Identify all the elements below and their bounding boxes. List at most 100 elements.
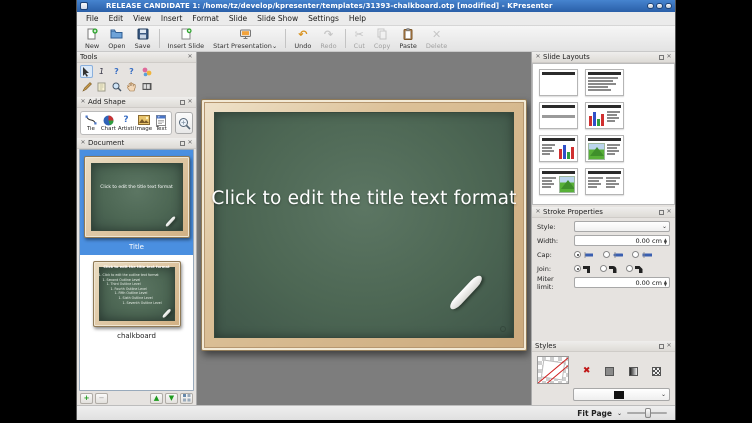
- remove-slide-button[interactable]: −: [95, 393, 108, 404]
- add-shape-panel-header[interactable]: ✕ Add Shape ✕: [77, 97, 196, 108]
- title-bar[interactable]: RELEASE CANDIDATE 1: /home/tz/develop/kp…: [77, 0, 675, 12]
- cap-flat-radio[interactable]: [574, 251, 594, 258]
- menu-help[interactable]: Help: [344, 13, 371, 24]
- menu-view[interactable]: View: [128, 13, 156, 24]
- layout-title-content[interactable]: [585, 69, 624, 96]
- title-text-placeholder[interactable]: Click to edit the title text format: [202, 188, 526, 209]
- slide-canvas[interactable]: Click to edit the title text format: [197, 52, 531, 405]
- copy-button[interactable]: Copy: [370, 27, 395, 50]
- miter-limit-spinbox[interactable]: 0.00 cm ▲▼: [574, 277, 670, 288]
- float-panel-icon[interactable]: [180, 100, 185, 105]
- add-slide-button[interactable]: +: [80, 393, 93, 404]
- pen-tool[interactable]: [80, 80, 93, 93]
- thumbnail-view-button[interactable]: [180, 393, 193, 404]
- pin-icon[interactable]: ✕: [187, 54, 193, 60]
- chalkboard-slide[interactable]: Click to edit the title text format: [201, 99, 527, 351]
- note-tool[interactable]: [95, 80, 108, 93]
- shape-collection-button[interactable]: [175, 112, 193, 134]
- tools-panel-header[interactable]: Tools ✕: [77, 52, 196, 63]
- menu-slide[interactable]: Slide: [224, 13, 252, 24]
- float-panel-icon[interactable]: [659, 55, 664, 60]
- layout-chart-text[interactable]: [585, 102, 624, 129]
- shape-tie[interactable]: Tie: [82, 113, 100, 133]
- close-panel-icon[interactable]: ✕: [187, 140, 193, 146]
- unknown-tool-2[interactable]: ?: [125, 65, 138, 78]
- save-floppy-icon: [137, 28, 149, 41]
- style-preview-swatch[interactable]: [537, 356, 569, 384]
- animation-tool[interactable]: [140, 80, 153, 93]
- insert-slide-button[interactable]: Insert Slide: [164, 27, 209, 50]
- menu-settings[interactable]: Settings: [303, 13, 344, 24]
- miter-limit-label: Miter limit:: [537, 275, 571, 291]
- select-tool[interactable]: [80, 65, 93, 78]
- close-panel-icon[interactable]: ✕: [666, 54, 672, 60]
- styles-panel-header[interactable]: Styles ✕: [532, 341, 675, 352]
- join-bevel-radio[interactable]: [626, 265, 643, 273]
- unknown-tool-1[interactable]: ?: [110, 65, 123, 78]
- zoom-slider[interactable]: [627, 412, 667, 414]
- open-button[interactable]: Open: [104, 27, 129, 50]
- stroke-properties-panel-header[interactable]: ✕ Stroke Properties ✕: [532, 207, 675, 218]
- undo-button[interactable]: ↶ Undo: [290, 27, 315, 50]
- menu-slide-show[interactable]: Slide Show: [252, 13, 303, 24]
- pan-tool[interactable]: [125, 80, 138, 93]
- stroke-width-spinbox[interactable]: 0.00 cm ▲▼: [574, 235, 670, 246]
- shape-text[interactable]: T Text: [152, 113, 170, 133]
- layout-text-image[interactable]: [539, 168, 578, 195]
- move-slide-up-button[interactable]: ▲: [150, 393, 163, 404]
- no-fill-button[interactable]: ✖: [580, 365, 593, 378]
- close-panel-icon[interactable]: ✕: [187, 99, 193, 105]
- redo-button[interactable]: ↷ Redo: [316, 27, 340, 50]
- collapse-icon[interactable]: ✕: [535, 54, 541, 60]
- layout-title-only[interactable]: [539, 69, 578, 96]
- text-tool[interactable]: 1: [95, 65, 108, 78]
- close-button[interactable]: [665, 3, 672, 9]
- menu-edit[interactable]: Edit: [104, 13, 129, 24]
- cap-round-radio[interactable]: [603, 251, 623, 258]
- minimize-button[interactable]: [647, 3, 654, 9]
- zoom-mode-label[interactable]: Fit Page: [577, 409, 612, 418]
- shape-image[interactable]: Image: [135, 113, 153, 133]
- maximize-button[interactable]: [656, 3, 663, 9]
- pattern-fill-button[interactable]: [650, 365, 663, 378]
- delete-button[interactable]: ✕ Delete: [422, 27, 451, 50]
- zoom-slider-thumb[interactable]: [645, 408, 651, 418]
- move-slide-down-button[interactable]: ▼: [165, 393, 178, 404]
- zoom-dropdown-icon[interactable]: ⌄: [617, 410, 622, 417]
- float-panel-icon[interactable]: [659, 210, 664, 215]
- layout-two-text[interactable]: [585, 168, 624, 195]
- gradient-fill-button[interactable]: [627, 365, 640, 378]
- float-panel-icon[interactable]: [659, 344, 664, 349]
- shape-artistic-text[interactable]: ? Artisti: [117, 113, 135, 133]
- layout-title-subtitle[interactable]: [539, 102, 578, 129]
- close-panel-icon[interactable]: ✕: [666, 209, 672, 215]
- float-panel-icon[interactable]: [180, 141, 185, 146]
- collapse-icon[interactable]: ✕: [535, 209, 541, 215]
- menu-format[interactable]: Format: [187, 13, 223, 24]
- document-panel-header[interactable]: ✕ Document ✕: [77, 138, 196, 149]
- menu-file[interactable]: File: [81, 13, 104, 24]
- style-color-select[interactable]: ⌄: [573, 388, 670, 401]
- collapse-icon[interactable]: ✕: [80, 99, 86, 105]
- cap-square-radio[interactable]: [632, 251, 652, 258]
- connection-tool[interactable]: [140, 65, 153, 78]
- join-round-radio[interactable]: [600, 265, 617, 273]
- stroke-style-select[interactable]: ⌄: [574, 221, 670, 232]
- close-panel-icon[interactable]: ✕: [666, 343, 672, 349]
- save-button[interactable]: Save: [131, 27, 155, 50]
- solid-fill-button[interactable]: [603, 365, 616, 378]
- slide-thumbnail-2[interactable]: Click to edit the title text format 1. C…: [80, 255, 193, 344]
- new-button[interactable]: New: [81, 27, 103, 50]
- layout-image-text[interactable]: [585, 135, 624, 162]
- zoom-tool[interactable]: [110, 80, 123, 93]
- join-miter-radio[interactable]: [574, 265, 591, 273]
- menu-insert[interactable]: Insert: [156, 13, 188, 24]
- collapse-icon[interactable]: ✕: [80, 140, 86, 146]
- start-presentation-button[interactable]: Start Presentation⌄: [209, 27, 281, 50]
- shape-chart[interactable]: Chart: [100, 113, 118, 133]
- slide-layouts-panel-header[interactable]: ✕ Slide Layouts ✕: [532, 52, 675, 63]
- slide-thumbnail-1[interactable]: Click to edit the title text format Titl…: [80, 150, 193, 255]
- paste-button[interactable]: Paste: [395, 27, 421, 50]
- cut-button[interactable]: ✂ Cut: [350, 27, 369, 50]
- layout-text-chart[interactable]: [539, 135, 578, 162]
